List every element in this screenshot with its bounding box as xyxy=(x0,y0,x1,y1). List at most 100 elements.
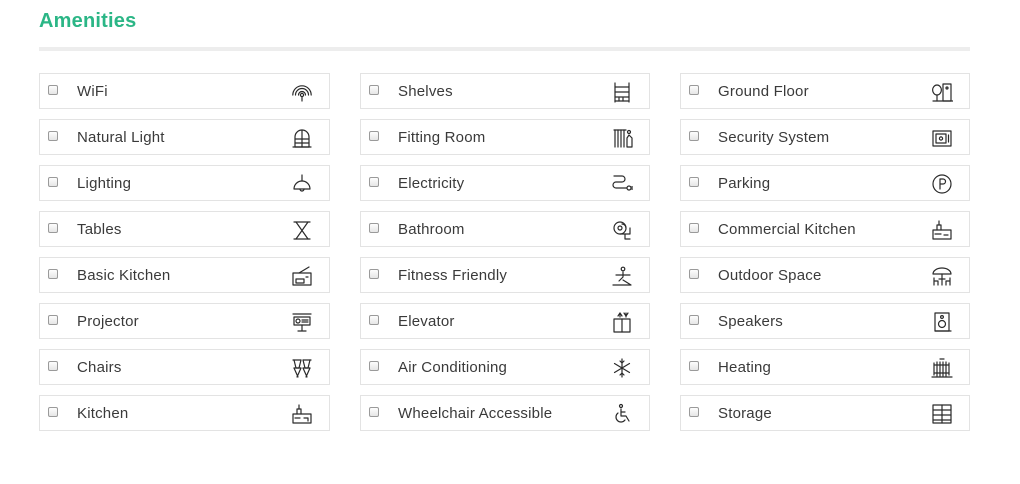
storage-cabinet-icon xyxy=(931,403,953,425)
commercial-kitchen-icon xyxy=(931,219,953,241)
amenity-checkbox[interactable] xyxy=(48,407,58,417)
amenity-label: WiFi xyxy=(77,83,108,100)
amenity-checkbox[interactable] xyxy=(689,407,699,417)
amenity-checkbox[interactable] xyxy=(369,269,379,279)
amenity-label: Fitting Room xyxy=(398,129,486,146)
amenity-checkbox[interactable] xyxy=(369,361,379,371)
snowflake-icon xyxy=(611,357,633,379)
amenity-item[interactable]: Tables xyxy=(39,211,330,247)
amenity-checkbox[interactable] xyxy=(689,361,699,371)
amenity-label: Chairs xyxy=(77,359,122,376)
shelves-icon xyxy=(611,81,633,103)
amenity-item[interactable]: Projector xyxy=(39,303,330,339)
amenity-item[interactable]: Kitchen xyxy=(39,395,330,431)
amenity-item[interactable]: WiFi xyxy=(39,73,330,109)
amenity-label: Fitness Friendly xyxy=(398,267,508,284)
amenity-item[interactable]: Shelves xyxy=(360,73,650,109)
fitting-room-icon xyxy=(611,127,633,149)
amenity-checkbox[interactable] xyxy=(369,177,379,187)
amenity-checkbox[interactable] xyxy=(48,85,58,95)
amenity-checkbox[interactable] xyxy=(48,315,58,325)
amenity-label: Lighting xyxy=(77,175,132,192)
amenity-checkbox[interactable] xyxy=(48,269,58,279)
table-icon xyxy=(291,219,313,241)
amenity-checkbox[interactable] xyxy=(689,131,699,141)
amenity-checkbox[interactable] xyxy=(48,131,58,141)
radiator-icon xyxy=(931,357,953,379)
amenity-label: Security System xyxy=(718,129,830,146)
amenity-checkbox[interactable] xyxy=(48,177,58,187)
amenity-item[interactable]: Outdoor Space xyxy=(680,257,970,293)
amenity-checkbox[interactable] xyxy=(369,315,379,325)
kitchen-icon xyxy=(291,403,313,425)
amenity-item[interactable]: Security System xyxy=(680,119,970,155)
safe-icon xyxy=(931,127,953,149)
ground-floor-icon xyxy=(931,81,953,103)
amenity-label: Electricity xyxy=(398,175,465,192)
amenities-section: Amenities WiFi Shelves Ground Floor Natural… xyxy=(0,0,1020,484)
amenity-label: Storage xyxy=(718,405,772,422)
plug-icon xyxy=(611,173,633,195)
wifi-icon xyxy=(291,81,313,103)
amenity-label: Kitchen xyxy=(77,405,129,422)
amenity-label: Outdoor Space xyxy=(718,267,822,284)
speaker-icon xyxy=(931,311,953,333)
amenity-item[interactable]: Ground Floor xyxy=(680,73,970,109)
amenity-item[interactable]: Commercial Kitchen xyxy=(680,211,970,247)
amenity-item[interactable]: Fitting Room xyxy=(360,119,650,155)
amenity-label: Projector xyxy=(77,313,139,330)
amenity-label: Elevator xyxy=(398,313,455,330)
toilet-paper-icon xyxy=(611,219,633,241)
window-icon xyxy=(291,127,313,149)
amenity-item[interactable]: Natural Light xyxy=(39,119,330,155)
elevator-icon xyxy=(611,311,633,333)
amenity-label: Air Conditioning xyxy=(398,359,508,376)
amenity-label: Heating xyxy=(718,359,772,376)
amenities-grid: WiFi Shelves Ground Floor Natural Light Fitt… xyxy=(39,73,970,431)
amenity-checkbox[interactable] xyxy=(369,131,379,141)
amenity-item[interactable]: Electricity xyxy=(360,165,650,201)
wheelchair-icon xyxy=(611,403,633,425)
amenity-checkbox[interactable] xyxy=(689,85,699,95)
outdoor-umbrella-icon xyxy=(931,265,953,287)
parking-icon xyxy=(931,173,953,195)
amenity-label: Basic Kitchen xyxy=(77,267,171,284)
amenity-label: Parking xyxy=(718,175,771,192)
amenity-item[interactable]: Lighting xyxy=(39,165,330,201)
section-title: Amenities xyxy=(39,10,137,32)
amenity-checkbox[interactable] xyxy=(369,223,379,233)
amenity-label: Bathroom xyxy=(398,221,465,238)
amenity-item[interactable]: Air Conditioning xyxy=(360,349,650,385)
amenity-item[interactable]: Heating xyxy=(680,349,970,385)
amenity-label: Shelves xyxy=(398,83,453,100)
amenity-item[interactable]: Parking xyxy=(680,165,970,201)
projector-icon xyxy=(291,311,313,333)
section-divider xyxy=(39,47,970,51)
amenity-label: Natural Light xyxy=(77,129,165,146)
amenity-checkbox[interactable] xyxy=(48,223,58,233)
amenity-checkbox[interactable] xyxy=(689,315,699,325)
amenity-label: Wheelchair Accessible xyxy=(398,405,553,422)
amenity-checkbox[interactable] xyxy=(689,177,699,187)
amenity-checkbox[interactable] xyxy=(369,407,379,417)
amenity-checkbox[interactable] xyxy=(689,223,699,233)
fitness-icon xyxy=(611,265,633,287)
amenity-checkbox[interactable] xyxy=(689,269,699,279)
amenity-item[interactable]: Bathroom xyxy=(360,211,650,247)
amenity-label: Tables xyxy=(77,221,122,238)
amenity-item[interactable]: Fitness Friendly xyxy=(360,257,650,293)
amenity-checkbox[interactable] xyxy=(48,361,58,371)
basic-kitchen-icon xyxy=(291,265,313,287)
chairs-icon xyxy=(291,357,313,379)
lamp-icon xyxy=(291,173,313,195)
amenity-label: Ground Floor xyxy=(718,83,809,100)
amenity-label: Speakers xyxy=(718,313,783,330)
amenity-item[interactable]: Elevator xyxy=(360,303,650,339)
amenity-item[interactable]: Speakers xyxy=(680,303,970,339)
amenity-item[interactable]: Storage xyxy=(680,395,970,431)
amenity-item[interactable]: Basic Kitchen xyxy=(39,257,330,293)
amenity-label: Commercial Kitchen xyxy=(718,221,856,238)
amenity-item[interactable]: Wheelchair Accessible xyxy=(360,395,650,431)
amenity-item[interactable]: Chairs xyxy=(39,349,330,385)
amenity-checkbox[interactable] xyxy=(369,85,379,95)
